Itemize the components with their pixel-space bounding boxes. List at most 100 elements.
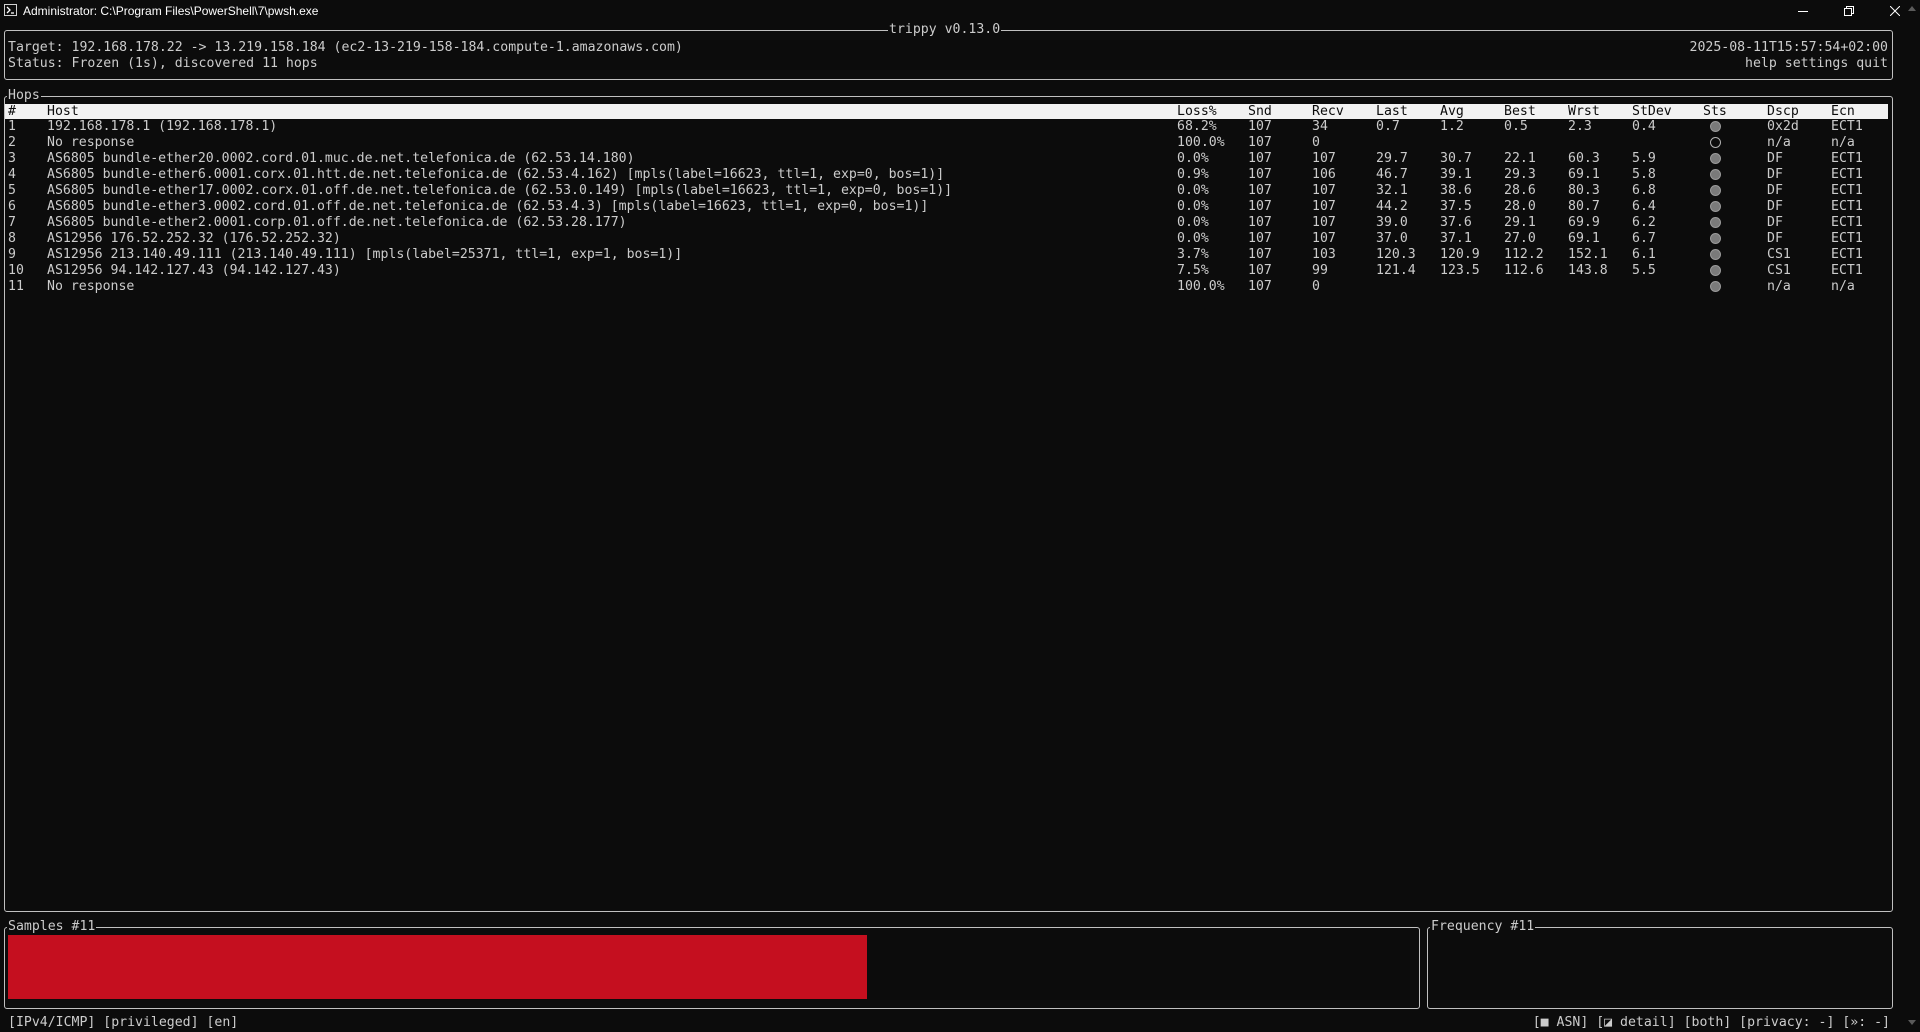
footer-right[interactable]: [■ ASN] [◪ detail] [both] [privacy: -] [… (1533, 1015, 1890, 1031)
help-link[interactable]: help (1745, 56, 1777, 71)
hop-row[interactable]: 3 AS6805 bundle-ether20.0002.cord.01.muc.… (5, 151, 1888, 167)
hop-ecn: ECT1 (1831, 231, 1863, 246)
hop-recv: 106 (1312, 167, 1336, 182)
hop-num: 11 (8, 279, 24, 294)
hop-row[interactable]: 11 No response 100.0% 107 0 n/a n/a (5, 279, 1888, 295)
hop-num: 8 (8, 231, 16, 246)
hop-ecn: n/a (1831, 279, 1855, 294)
status-dot-icon (1710, 121, 1721, 132)
minimize-button[interactable] (1780, 0, 1826, 22)
hop-dscp: 0x2d (1767, 119, 1799, 134)
hop-wrst: 69.1 (1568, 167, 1600, 182)
col-snd: Snd (1248, 104, 1272, 119)
hop-num: 2 (8, 135, 16, 150)
hop-row[interactable]: 8 AS12956 176.52.252.32 (176.52.252.32) 0.… (5, 231, 1888, 247)
hop-last: 44.2 (1376, 199, 1408, 214)
hop-dscp: DF (1767, 231, 1783, 246)
hop-host: AS12956 94.142.127.43 (94.142.127.43) (47, 263, 341, 278)
hop-loss: 0.0% (1177, 215, 1209, 230)
hop-host: No response (47, 135, 135, 150)
hop-last: 39.0 (1376, 215, 1408, 230)
hop-last: 0.7 (1376, 119, 1400, 134)
hop-ecn: ECT1 (1831, 247, 1863, 262)
hop-dscp: DF (1767, 183, 1783, 198)
hop-recv: 99 (1312, 263, 1328, 278)
scroll-up-icon[interactable] (1907, 4, 1917, 12)
hop-row[interactable]: 9 AS12956 213.140.49.111 (213.140.49.111)… (5, 247, 1888, 263)
close-icon (1890, 6, 1900, 16)
hop-best: 29.3 (1504, 167, 1536, 182)
hop-row[interactable]: 4 AS6805 bundle-ether6.0001.corx.01.htt.d… (5, 167, 1888, 183)
hop-num: 6 (8, 199, 16, 214)
quit-link[interactable]: quit (1856, 56, 1888, 71)
hop-ecn: ECT1 (1831, 119, 1863, 134)
hop-recv: 103 (1312, 247, 1336, 262)
hop-snd: 107 (1248, 263, 1272, 278)
status-dot-icon (1710, 265, 1721, 276)
hop-loss: 0.0% (1177, 183, 1209, 198)
hop-wrst: 80.7 (1568, 199, 1600, 214)
hop-row[interactable]: 2 No response 100.0% 107 0 n/a n/a (5, 135, 1888, 151)
hop-stdev: 5.8 (1632, 167, 1656, 182)
hop-wrst: 143.8 (1568, 263, 1608, 278)
hop-recv: 107 (1312, 215, 1336, 230)
hop-avg: 30.7 (1440, 151, 1472, 166)
hop-ecn: ECT1 (1831, 199, 1863, 214)
hop-loss: 0.0% (1177, 151, 1209, 166)
status-dot-icon (1710, 249, 1721, 260)
settings-link[interactable]: settings (1785, 56, 1849, 71)
status-dot-icon (1710, 281, 1721, 292)
hop-host: AS12956 176.52.252.32 (176.52.252.32) (47, 231, 341, 246)
hop-best: 112.2 (1504, 247, 1544, 262)
hop-recv: 107 (1312, 183, 1336, 198)
status-dot-icon (1710, 137, 1721, 148)
hop-loss: 68.2% (1177, 119, 1217, 134)
hop-host: AS12956 213.140.49.111 (213.140.49.111) … (47, 247, 683, 262)
hops-title: Hops (7, 88, 41, 104)
hop-num: 3 (8, 151, 16, 166)
hop-num: 4 (8, 167, 16, 182)
hop-stdev: 5.5 (1632, 263, 1656, 278)
hop-wrst: 80.3 (1568, 183, 1600, 198)
col-recv: Recv (1312, 104, 1344, 119)
hop-last: 120.3 (1376, 247, 1416, 262)
hop-best: 22.1 (1504, 151, 1536, 166)
hop-wrst: 60.3 (1568, 151, 1600, 166)
col-avg: Avg (1440, 104, 1464, 119)
hop-num: 10 (8, 263, 24, 278)
hop-host: AS6805 bundle-ether3.0002.cord.01.off.de… (47, 199, 929, 214)
timestamp: 2025-08-11T15:57:54+02:00 (1689, 40, 1889, 55)
status-line: Status: Frozen (1s), discovered 11 hops (8, 56, 318, 71)
hop-loss: 100.0% (1177, 135, 1225, 150)
hop-dscp: DF (1767, 215, 1783, 230)
hop-loss: 3.7% (1177, 247, 1209, 262)
scroll-down-icon[interactable] (1907, 1019, 1917, 1027)
hop-stdev: 6.4 (1632, 199, 1656, 214)
restore-button[interactable] (1826, 0, 1872, 22)
hop-snd: 107 (1248, 215, 1272, 230)
status-dot-icon (1710, 153, 1721, 164)
hop-avg: 37.6 (1440, 215, 1472, 230)
hop-dscp: n/a (1767, 135, 1791, 150)
hop-row[interactable]: 5 AS6805 bundle-ether17.0002.corx.01.off.… (5, 183, 1888, 199)
hop-row[interactable]: 7 AS6805 bundle-ether2.0001.corp.01.off.d… (5, 215, 1888, 231)
hop-snd: 107 (1248, 199, 1272, 214)
col-dscp: Dscp (1767, 104, 1799, 119)
window-titlebar[interactable]: Administrator: C:\Program Files\PowerShe… (0, 0, 1920, 22)
hop-row[interactable]: 6 AS6805 bundle-ether3.0002.cord.01.off.d… (5, 199, 1888, 215)
hop-stdev: 6.8 (1632, 183, 1656, 198)
hop-snd: 107 (1248, 119, 1272, 134)
hop-ecn: ECT1 (1831, 263, 1863, 278)
hop-row[interactable]: 10 AS12956 94.142.127.43 (94.142.127.43) 7… (5, 263, 1888, 279)
col-sts: Sts (1703, 104, 1727, 119)
hop-last: 32.1 (1376, 183, 1408, 198)
hop-row[interactable]: 1 192.168.178.1 (192.168.178.1) 68.2% 107 34… (5, 119, 1888, 135)
col-wrst: Wrst (1568, 104, 1600, 119)
samples-title: Samples #11 (7, 919, 97, 935)
hop-host: AS6805 bundle-ether17.0002.corx.01.off.d… (47, 183, 953, 198)
hop-loss: 0.0% (1177, 199, 1209, 214)
hop-best: 28.6 (1504, 183, 1536, 198)
hop-last: 46.7 (1376, 167, 1408, 182)
hop-avg: 39.1 (1440, 167, 1472, 182)
hop-stdev: 0.4 (1632, 119, 1656, 134)
